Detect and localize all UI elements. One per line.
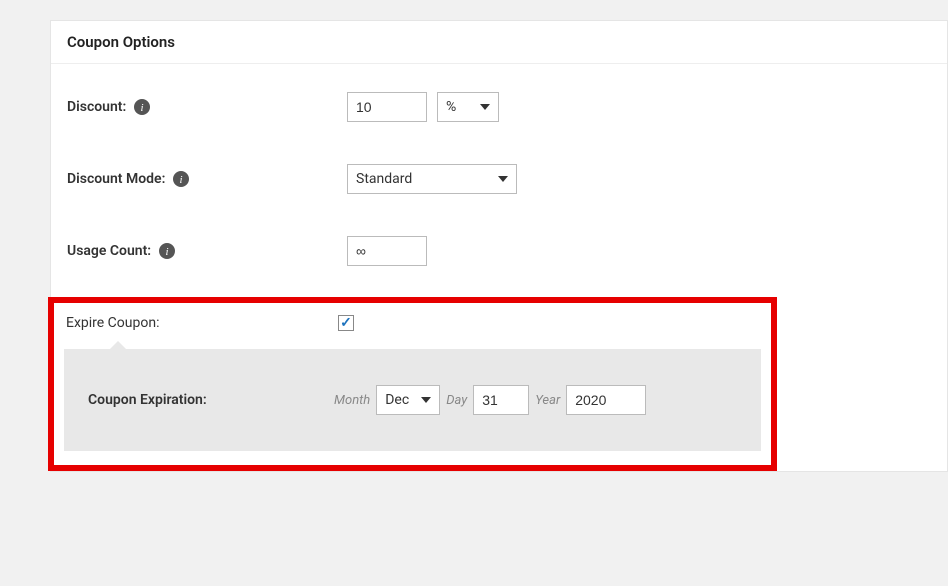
month-select[interactable]: Dec bbox=[376, 385, 440, 415]
info-icon[interactable]: i bbox=[159, 243, 175, 259]
panel-header: Coupon Options bbox=[51, 21, 947, 64]
info-icon[interactable]: i bbox=[173, 171, 189, 187]
chevron-down-icon bbox=[498, 176, 508, 182]
info-icon[interactable]: i bbox=[134, 99, 150, 115]
discount-row: Discount: i % bbox=[51, 84, 947, 156]
svg-text:i: i bbox=[141, 102, 144, 114]
expire-coupon-label: Expire Coupon: bbox=[66, 315, 159, 331]
svg-text:i: i bbox=[180, 174, 183, 186]
discount-mode-row: Discount Mode: i Standard bbox=[51, 156, 947, 228]
year-input[interactable] bbox=[566, 385, 646, 415]
discount-mode-select[interactable]: Standard bbox=[347, 164, 517, 194]
panel-body: Discount: i % Discount Mode: bbox=[51, 64, 947, 471]
discount-mode-label: Discount Mode: bbox=[67, 171, 165, 187]
discount-mode-value: Standard bbox=[356, 171, 412, 187]
year-label: Year bbox=[535, 393, 560, 408]
discount-label: Discount: bbox=[67, 99, 126, 115]
coupon-expiration-label: Coupon Expiration: bbox=[88, 392, 207, 408]
discount-unit-value: % bbox=[446, 99, 456, 115]
month-label: Month bbox=[334, 393, 370, 408]
usage-count-label: Usage Count: bbox=[67, 243, 151, 259]
coupon-expiration-panel: Coupon Expiration: Month Dec Day Y bbox=[64, 349, 761, 451]
expire-coupon-checkbox[interactable] bbox=[338, 315, 354, 331]
discount-unit-select[interactable]: % bbox=[437, 92, 499, 122]
discount-input[interactable] bbox=[347, 92, 427, 122]
day-label: Day bbox=[446, 393, 467, 408]
month-value: Dec bbox=[385, 392, 409, 408]
usage-count-row: Usage Count: i bbox=[51, 228, 947, 300]
coupon-options-panel: Coupon Options Discount: i % bbox=[50, 20, 948, 472]
expire-highlight-box: Expire Coupon: Coupon Expiration: bbox=[48, 297, 777, 471]
svg-text:i: i bbox=[166, 246, 169, 258]
expire-coupon-row: Expire Coupon: bbox=[66, 315, 759, 349]
day-input[interactable] bbox=[473, 385, 529, 415]
usage-count-input[interactable] bbox=[347, 236, 427, 266]
panel-title: Coupon Options bbox=[67, 33, 931, 51]
chevron-down-icon bbox=[480, 104, 490, 110]
chevron-down-icon bbox=[421, 397, 431, 403]
